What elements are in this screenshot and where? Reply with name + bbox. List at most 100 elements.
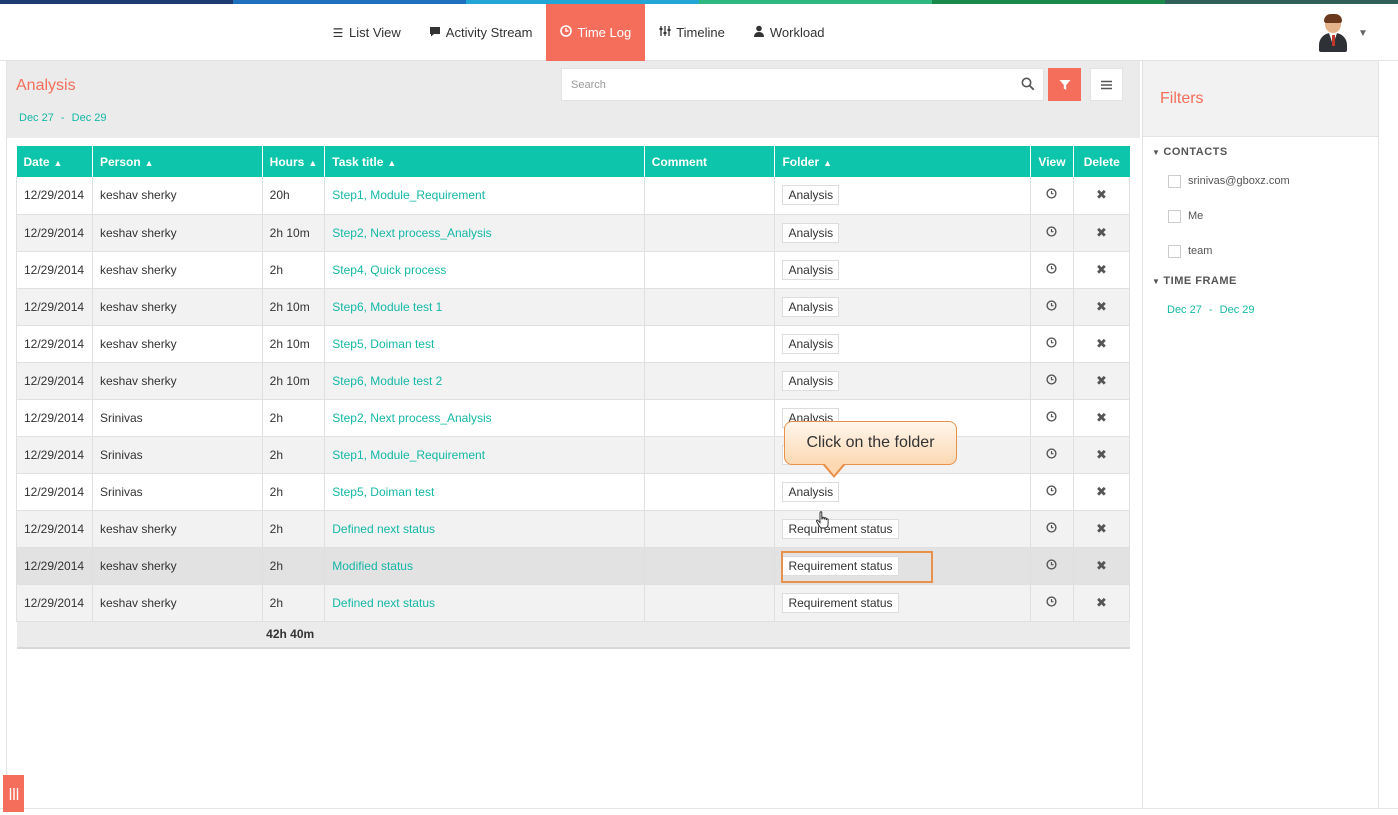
search-input[interactable] bbox=[562, 69, 1002, 100]
timeframe-range[interactable]: Dec 27 - Dec 29 bbox=[1143, 304, 1378, 316]
cell-folder: Analysis bbox=[774, 214, 1031, 252]
folder-tag[interactable]: Requirement status bbox=[782, 518, 899, 539]
close-icon[interactable]: ✖ bbox=[1096, 484, 1107, 499]
cell-delete: ✖ bbox=[1073, 362, 1131, 400]
clock-icon[interactable] bbox=[1046, 188, 1058, 199]
cell-hours: 2h bbox=[262, 436, 326, 474]
cell-delete: ✖ bbox=[1073, 214, 1131, 252]
contact-checkbox[interactable] bbox=[1168, 174, 1181, 188]
close-icon[interactable]: ✖ bbox=[1096, 336, 1107, 351]
tab-time-log[interactable]: Time Log bbox=[546, 4, 646, 61]
menu-button[interactable] bbox=[1090, 68, 1123, 101]
task-link[interactable]: Step5, Doiman test bbox=[332, 337, 434, 351]
cell-hours: 2h bbox=[262, 584, 326, 622]
cell-task: Defined next status bbox=[324, 510, 645, 548]
close-icon[interactable]: ✖ bbox=[1096, 447, 1107, 462]
task-link[interactable]: Defined next status bbox=[332, 522, 435, 536]
table-row: 12/29/2014 Srinivas 2h Step1, Module_Requir… bbox=[16, 436, 1131, 474]
clock-icon[interactable] bbox=[1046, 336, 1058, 348]
task-link[interactable]: Modified status bbox=[332, 559, 413, 573]
cell-comment bbox=[644, 251, 776, 289]
column-header-date[interactable]: Date ▲︎ bbox=[16, 146, 93, 177]
close-icon[interactable]: ✖ bbox=[1096, 521, 1107, 536]
timeframe-section-toggle[interactable]: ▼ TIME FRAME bbox=[1143, 275, 1378, 287]
contact-checkbox[interactable] bbox=[1168, 244, 1181, 258]
close-icon[interactable]: ✖ bbox=[1096, 410, 1107, 425]
cell-date: 12/29/2014 bbox=[16, 510, 93, 548]
cell-comment bbox=[644, 325, 776, 363]
tab-label: Activity Stream bbox=[445, 25, 533, 40]
folder-tag[interactable]: Analysis bbox=[782, 222, 840, 243]
contacts-label: CONTACTS bbox=[1163, 146, 1228, 158]
clock-icon[interactable] bbox=[1046, 373, 1058, 385]
cell-delete: ✖ bbox=[1073, 547, 1131, 585]
close-icon[interactable]: ✖ bbox=[1096, 558, 1107, 573]
clock-icon[interactable] bbox=[1046, 558, 1058, 570]
contact-filter-item[interactable]: srinivas@gboxz.com bbox=[1143, 171, 1378, 191]
clock-icon[interactable] bbox=[1046, 595, 1058, 607]
task-link[interactable]: Step6, Module test 2 bbox=[332, 374, 442, 388]
task-link[interactable]: Step1, Module_Requirement bbox=[332, 448, 485, 462]
cell-folder: Analysis bbox=[774, 251, 1031, 289]
table-row: 12/29/2014 keshav sherky 20h Step1, Module_… bbox=[16, 177, 1131, 215]
close-icon[interactable]: ✖ bbox=[1096, 299, 1107, 314]
cell-hours: 2h bbox=[262, 473, 326, 511]
clock-icon[interactable] bbox=[1046, 521, 1058, 533]
contact-filter-item[interactable]: Me bbox=[1143, 206, 1378, 226]
folder-tag[interactable]: Analysis bbox=[782, 481, 840, 502]
user-menu[interactable]: ▼ bbox=[1318, 14, 1368, 52]
column-header-hours[interactable]: Hours ▲︎ bbox=[262, 146, 326, 177]
task-link[interactable]: Step1, Module_Requirement bbox=[332, 188, 485, 202]
caret-down-icon: ▼ bbox=[1152, 148, 1161, 157]
clock-icon[interactable] bbox=[1046, 299, 1058, 311]
column-header-task[interactable]: Task title ▲︎ bbox=[324, 146, 645, 177]
search-icon[interactable] bbox=[1021, 77, 1035, 91]
task-link[interactable]: Step2, Next process_Analysis bbox=[332, 411, 491, 425]
close-icon[interactable]: ✖ bbox=[1096, 262, 1107, 277]
cell-person: keshav sherky bbox=[92, 547, 263, 585]
folder-tag[interactable]: Analysis bbox=[782, 259, 840, 280]
cell-date: 12/29/2014 bbox=[16, 399, 93, 437]
contact-filter-item[interactable]: team bbox=[1143, 241, 1378, 261]
column-header-folder[interactable]: Folder ▲︎ bbox=[774, 146, 1031, 177]
sidebar-toggle-button[interactable] bbox=[3, 775, 24, 812]
task-link[interactable]: Step6, Module test 1 bbox=[332, 300, 442, 314]
task-link[interactable]: Step4, Quick process bbox=[332, 263, 446, 277]
table-row: 12/29/2014 keshav sherky 2h Step4, Quick pr… bbox=[16, 251, 1131, 289]
contact-checkbox[interactable] bbox=[1168, 209, 1181, 223]
cell-date: 12/29/2014 bbox=[16, 214, 93, 252]
contacts-section-toggle[interactable]: ▼ CONTACTS bbox=[1143, 146, 1378, 158]
clock-icon[interactable] bbox=[1046, 410, 1058, 422]
cell-date: 12/29/2014 bbox=[16, 288, 93, 326]
folder-tag[interactable]: Analysis bbox=[782, 185, 840, 206]
cell-comment bbox=[644, 584, 776, 622]
tab-list-view[interactable]: ☰ List View bbox=[318, 4, 415, 61]
filter-button[interactable] bbox=[1048, 68, 1081, 101]
cell-date: 12/29/2014 bbox=[16, 251, 93, 289]
task-link[interactable]: Step5, Doiman test bbox=[332, 485, 434, 499]
column-header-person[interactable]: Person ▲︎ bbox=[92, 146, 263, 177]
clock-icon[interactable] bbox=[1046, 225, 1058, 237]
bottom-divider bbox=[0, 808, 1398, 809]
cell-date: 12/29/2014 bbox=[16, 177, 93, 215]
close-icon[interactable]: ✖ bbox=[1096, 595, 1107, 610]
close-icon[interactable]: ✖ bbox=[1096, 225, 1107, 240]
filters-title: Filters bbox=[1160, 90, 1204, 107]
clock-icon[interactable] bbox=[1046, 484, 1058, 496]
clock-icon[interactable] bbox=[1046, 447, 1058, 459]
tab-activity-stream[interactable]: Activity Stream bbox=[415, 4, 547, 61]
clock-icon[interactable] bbox=[1046, 262, 1058, 274]
task-link[interactable]: Step2, Next process_Analysis bbox=[332, 226, 491, 240]
tab-workload[interactable]: Workload bbox=[739, 4, 839, 61]
folder-tag[interactable]: Analysis bbox=[782, 370, 840, 391]
tab-timeline[interactable]: Timeline bbox=[645, 4, 739, 61]
cell-comment bbox=[644, 362, 776, 400]
close-icon[interactable]: ✖ bbox=[1096, 187, 1107, 202]
folder-tag[interactable]: Analysis bbox=[782, 333, 840, 354]
chevron-down-icon: ▼ bbox=[1358, 27, 1368, 39]
cell-delete: ✖ bbox=[1073, 325, 1131, 363]
task-link[interactable]: Defined next status bbox=[332, 596, 435, 610]
folder-tag[interactable]: Requirement status bbox=[782, 592, 899, 613]
folder-tag[interactable]: Analysis bbox=[782, 296, 840, 317]
close-icon[interactable]: ✖ bbox=[1096, 373, 1107, 388]
